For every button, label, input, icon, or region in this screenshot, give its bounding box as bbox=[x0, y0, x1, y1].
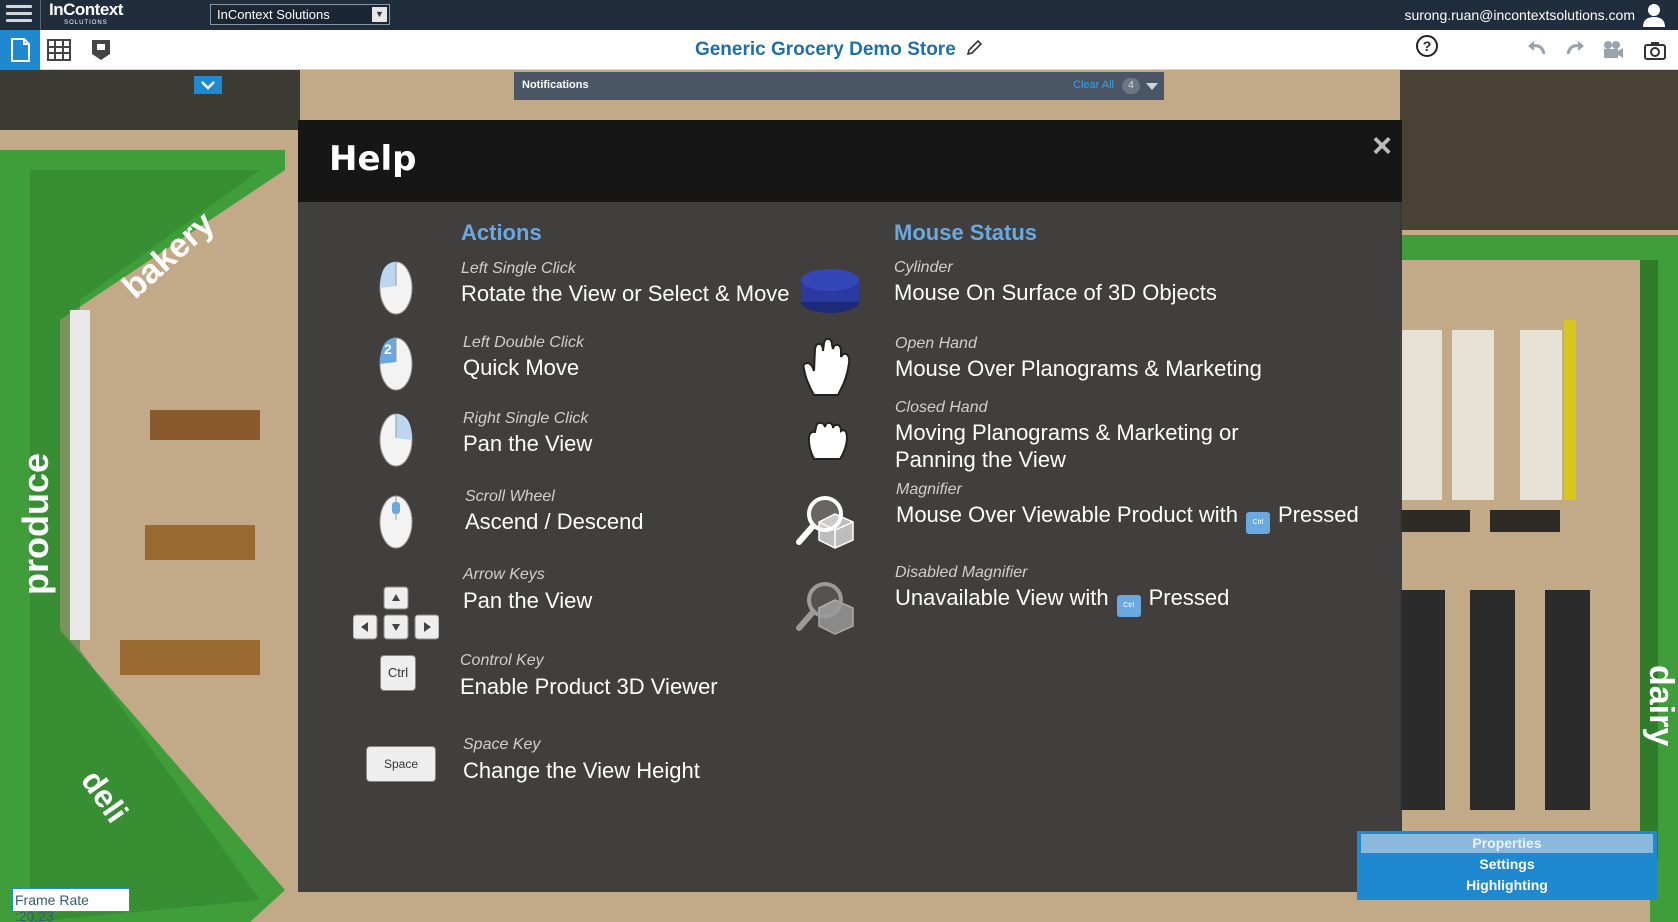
menu-hamburger-icon[interactable] bbox=[6, 5, 32, 25]
action-desc: Change the View Height bbox=[463, 758, 700, 783]
video-camera-icon[interactable] bbox=[1602, 40, 1624, 60]
action-label: Space Key bbox=[463, 736, 541, 753]
status-desc: Mouse Over Planograms & Marketing bbox=[895, 356, 1262, 381]
user-email[interactable]: surong.ruan@incontextsolutions.com bbox=[1404, 7, 1635, 23]
edit-pencil-icon[interactable] bbox=[965, 39, 983, 57]
open-hand-icon bbox=[802, 337, 851, 396]
help-dialog: Help × Actions Left Single Click Rotate … bbox=[298, 120, 1402, 892]
mouse-right-click-icon bbox=[379, 413, 413, 467]
bottom-right-panel: Properties Settings Highlighting bbox=[1357, 831, 1657, 900]
action-desc: Rotate the View or Select & Move bbox=[461, 281, 790, 306]
space-key-icon: Space bbox=[366, 746, 436, 782]
action-desc: Pan the View bbox=[463, 431, 593, 456]
action-desc: Enable Product 3D Viewer bbox=[460, 674, 718, 699]
double-click-number: 2 bbox=[384, 341, 392, 357]
disabled-magnifier-icon bbox=[796, 582, 854, 635]
status-label: Open Hand bbox=[895, 335, 977, 352]
mouse-double-click-icon: 2 bbox=[379, 337, 413, 391]
status-desc-after: Pressed bbox=[1148, 585, 1230, 610]
top-bar: InContext SOLUTIONS InContext Solutions … bbox=[0, 0, 1678, 30]
action-label: Right Single Click bbox=[463, 410, 589, 427]
ctrl-badge-icon: Ctrl bbox=[1116, 595, 1141, 617]
organization-select-value: InContext Solutions bbox=[217, 7, 330, 22]
action-desc: Ascend / Descend bbox=[465, 509, 644, 534]
store-title: Generic Grocery Demo Store bbox=[694, 39, 956, 60]
dairy-label: dairy bbox=[1642, 665, 1678, 746]
settings-tab[interactable]: Settings bbox=[1361, 855, 1653, 874]
notifications-bar: Notifications Clear All 4 bbox=[514, 72, 1164, 100]
panel-toggle-button[interactable] bbox=[194, 76, 222, 94]
caret-down-icon[interactable] bbox=[1146, 83, 1158, 90]
properties-tab[interactable]: Properties bbox=[1361, 834, 1653, 853]
help-header: Help × bbox=[298, 120, 1402, 202]
help-title: Help bbox=[329, 139, 417, 179]
user-icon[interactable] bbox=[1643, 3, 1665, 27]
status-desc-before: Mouse Over Viewable Product with bbox=[896, 502, 1238, 527]
notifications-count-badge: 4 bbox=[1122, 78, 1140, 94]
status-desc-after: Pressed bbox=[1277, 502, 1359, 527]
frame-rate-readout: Frame Rate :20.23 bbox=[12, 888, 130, 922]
mouse-left-click-icon bbox=[379, 261, 413, 315]
close-icon[interactable]: × bbox=[1372, 127, 1392, 166]
action-label: Left Double Click bbox=[463, 334, 584, 351]
mouse-status-heading: Mouse Status bbox=[894, 220, 1038, 245]
clear-all-link[interactable]: Clear All bbox=[1073, 79, 1114, 91]
undo-icon[interactable] bbox=[1526, 40, 1548, 60]
camera-icon[interactable] bbox=[1644, 40, 1666, 60]
toolbar: Generic Grocery Demo Store ? bbox=[0, 30, 1678, 70]
chevron-down-icon[interactable]: ▼ bbox=[372, 7, 387, 22]
brand-name: InContext bbox=[49, 0, 123, 19]
mouse-scroll-icon bbox=[379, 495, 413, 549]
status-desc: Mouse On Surface of 3D Objects bbox=[894, 280, 1217, 305]
action-label: Control Key bbox=[460, 652, 544, 669]
status-label: Closed Hand bbox=[895, 399, 988, 416]
action-label: Left Single Click bbox=[461, 260, 576, 277]
actions-heading: Actions bbox=[461, 220, 542, 245]
ctrl-key-icon: Ctrl bbox=[380, 655, 416, 691]
highlighting-tab[interactable]: Highlighting bbox=[1361, 876, 1653, 895]
status-desc: Mouse Over Viewable Product with Ctrl Pres… bbox=[896, 501, 1359, 534]
status-label: Disabled Magnifier bbox=[895, 564, 1028, 581]
action-desc: Pan the View bbox=[463, 588, 593, 613]
redo-icon[interactable] bbox=[1564, 40, 1586, 60]
status-desc-before: Unavailable View with bbox=[895, 585, 1109, 610]
status-desc-line2: Panning the View bbox=[895, 447, 1066, 472]
help-icon[interactable]: ? bbox=[1416, 35, 1438, 57]
arrow-keys-icon bbox=[353, 586, 439, 640]
status-label: Magnifier bbox=[896, 481, 962, 498]
magnifier-icon bbox=[796, 496, 854, 549]
chevron-down-icon bbox=[201, 81, 215, 90]
brand-logo: InContext SOLUTIONS bbox=[40, 0, 123, 30]
cylinder-icon bbox=[801, 269, 859, 313]
notifications-title: Notifications bbox=[522, 79, 589, 91]
status-desc-line1: Moving Planograms & Marketing or bbox=[895, 420, 1239, 445]
organization-select[interactable]: InContext Solutions ▼ bbox=[210, 4, 390, 25]
action-label: Arrow Keys bbox=[463, 566, 545, 583]
action-label: Scroll Wheel bbox=[465, 488, 555, 505]
action-desc: Quick Move bbox=[463, 355, 580, 380]
ctrl-badge-icon: Ctrl bbox=[1245, 512, 1270, 534]
status-desc: Unavailable View with Ctrl Pressed bbox=[895, 584, 1229, 617]
status-label: Cylinder bbox=[894, 259, 953, 276]
produce-label: produce bbox=[15, 453, 56, 595]
brand-sub: SOLUTIONS bbox=[64, 20, 108, 26]
closed-hand-icon bbox=[807, 421, 848, 460]
